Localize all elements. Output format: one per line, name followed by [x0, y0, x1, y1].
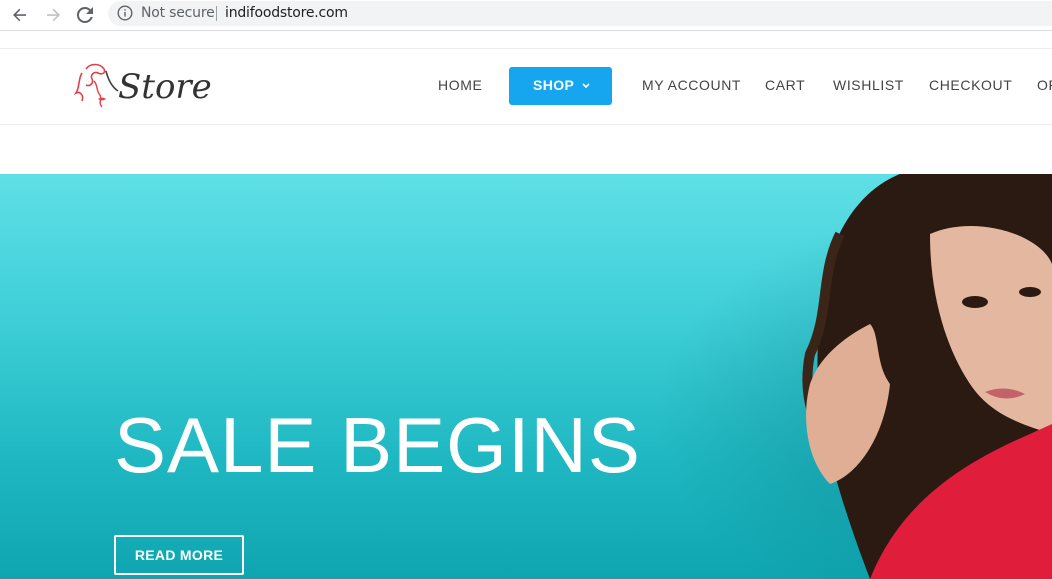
logo-text: Store: [118, 67, 212, 107]
site-header: Store HOME SHOP MY ACCOUNT CART WISHLIST…: [0, 48, 1052, 125]
menu-item-cart[interactable]: CART: [765, 77, 805, 93]
menu-item-shop[interactable]: SHOP: [509, 67, 612, 105]
model-photo: [802, 174, 1052, 579]
menu-item-home[interactable]: HOME: [438, 77, 482, 93]
reload-icon: [77, 7, 93, 23]
menu-item-my-account[interactable]: MY ACCOUNT: [642, 77, 741, 93]
back-button[interactable]: [9, 4, 31, 26]
url-text[interactable]: indifoodstore.com: [225, 5, 348, 21]
address-divider: [216, 6, 217, 21]
reload-button[interactable]: [74, 4, 96, 26]
security-status-label: Not secure: [141, 5, 215, 21]
menu-item-wishlist[interactable]: WISHLIST: [833, 77, 904, 93]
chevron-down-icon: [582, 83, 590, 89]
menu-item-overflow[interactable]: OF: [1037, 77, 1052, 93]
hero-banner: SALE BEGINS READ MORE: [0, 174, 1052, 579]
address-bar[interactable]: Not secure indifoodstore.com: [108, 1, 1052, 26]
read-more-button[interactable]: READ MORE: [114, 535, 244, 575]
menu-item-checkout[interactable]: CHECKOUT: [929, 77, 1012, 93]
site-logo[interactable]: Store: [72, 57, 212, 117]
hero-title: SALE BEGINS: [114, 401, 641, 489]
browser-toolbar: Not secure indifoodstore.com: [0, 0, 1052, 31]
info-icon[interactable]: [117, 5, 133, 21]
arrow-left-icon: [13, 8, 26, 22]
forward-button[interactable]: [42, 4, 64, 26]
arrow-right-icon: [47, 8, 60, 22]
shop-label: SHOP: [533, 77, 575, 93]
read-more-label: READ MORE: [134, 547, 224, 563]
